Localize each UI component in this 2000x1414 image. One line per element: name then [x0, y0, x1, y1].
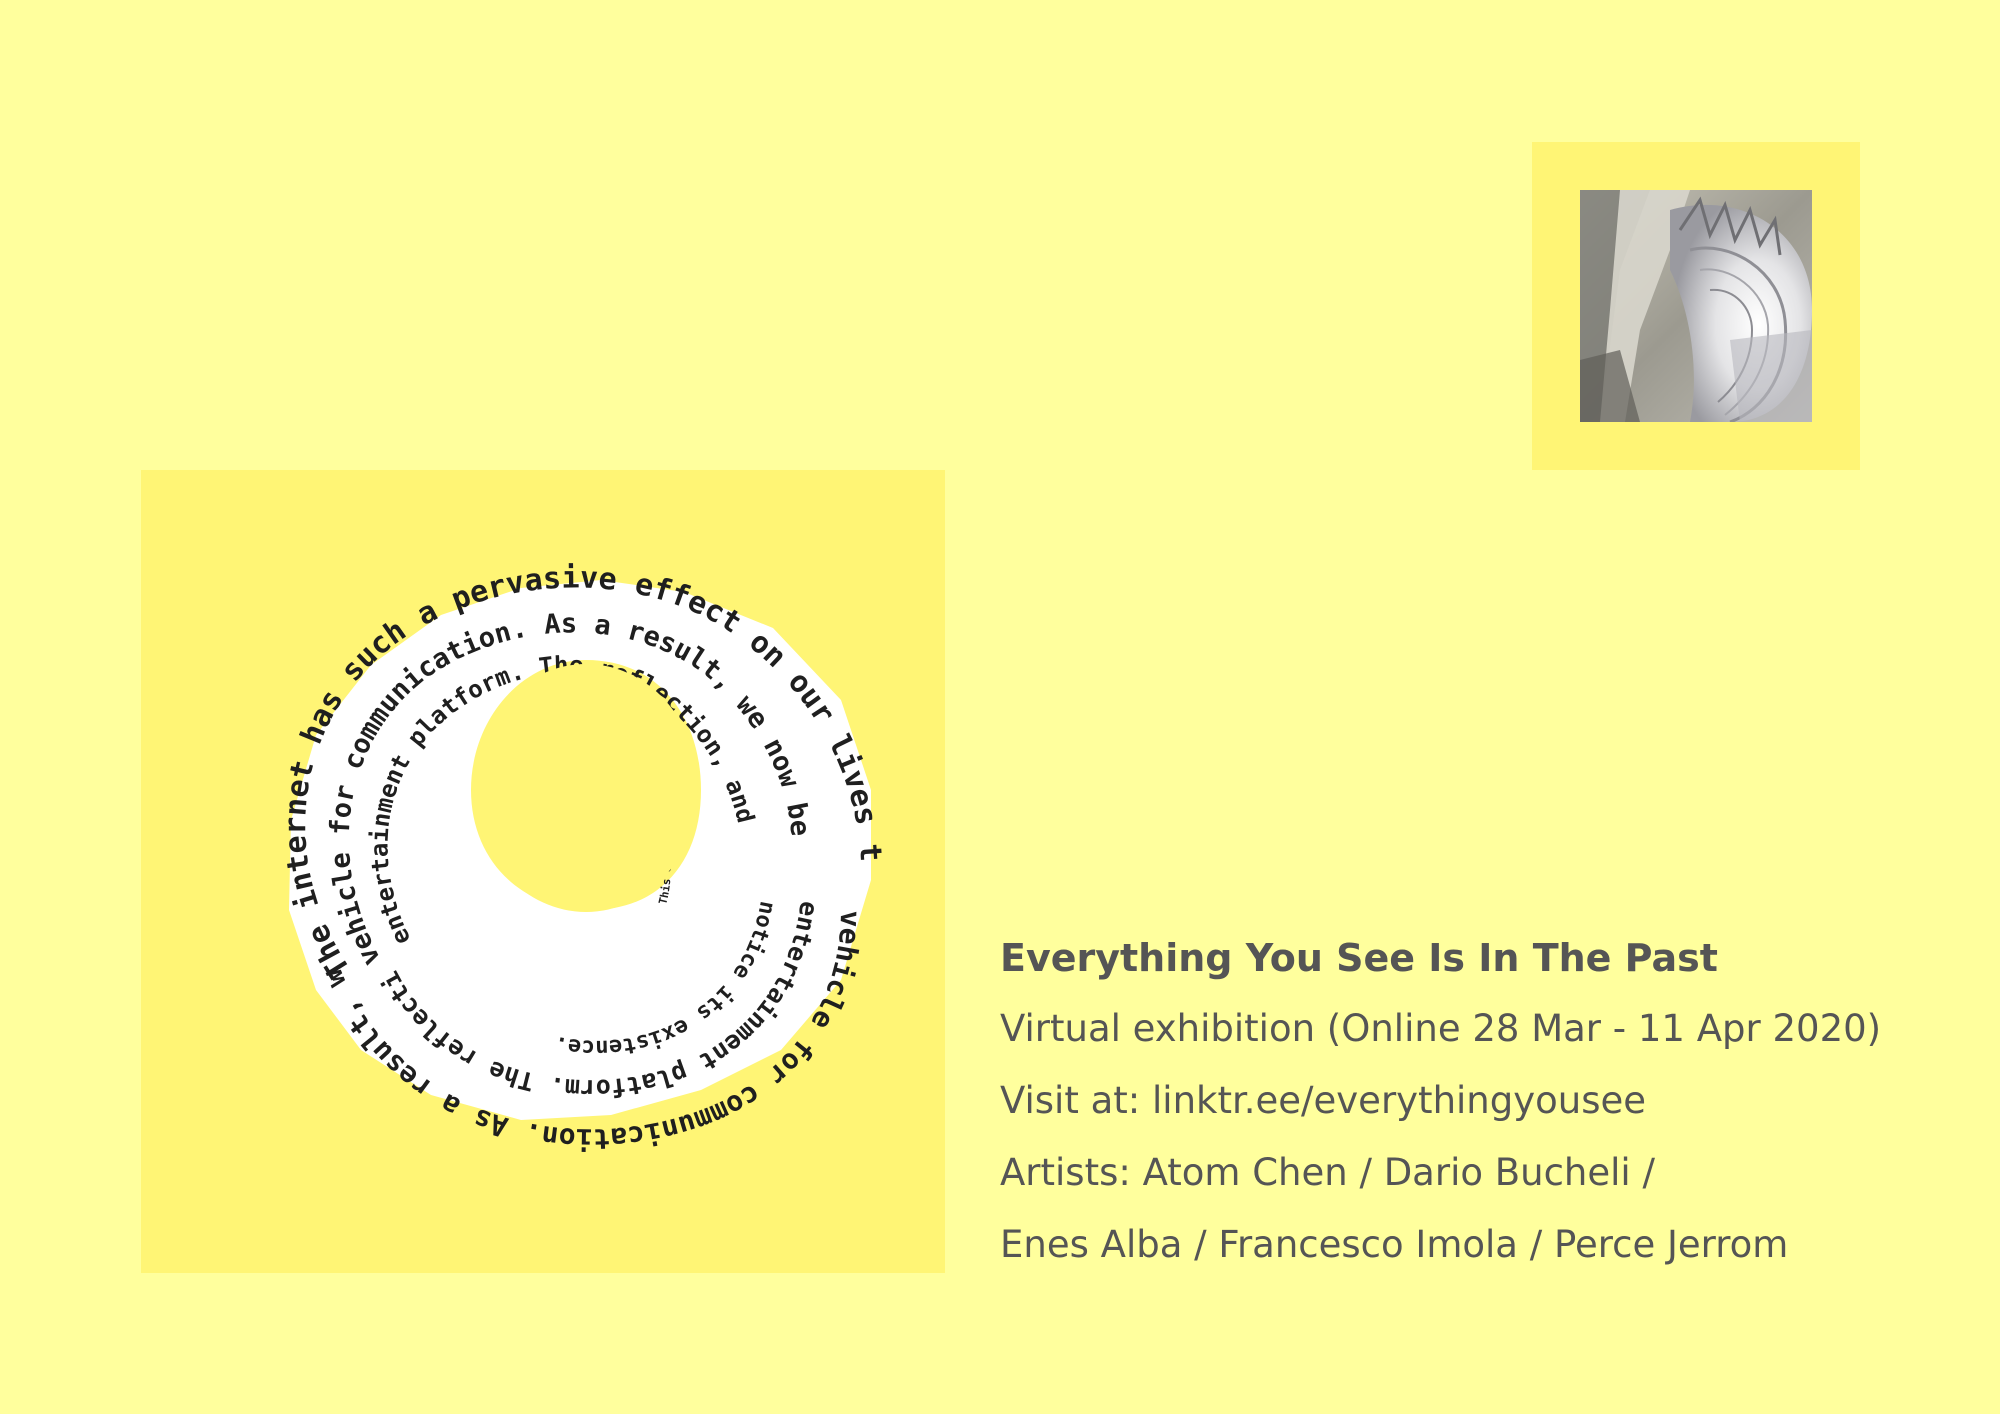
- artists-line-1: Artists: Atom Chen / Dario Bucheli /: [1000, 1151, 1655, 1194]
- text-ring-artwork: The internet has such a pervasive effect…: [141, 470, 888, 1155]
- artwork-thumbnail: [1580, 190, 1812, 422]
- exhibition-visit-link[interactable]: Visit at: linktr.ee/everythingyousee: [1000, 1073, 1960, 1129]
- artwork-panel-small: [1532, 142, 1860, 470]
- artists-line-2: Enes Alba / Francesco Imola / Perce Jerr…: [1000, 1223, 1789, 1266]
- ring-hole: [474, 664, 698, 912]
- swirl-image: [1580, 190, 1812, 422]
- exhibition-subtitle: Virtual exhibition (Online 28 Mar - 11 A…: [1000, 1007, 1882, 1050]
- artwork-panel-large: The internet has such a pervasive effect…: [141, 470, 945, 1273]
- exhibition-title: Everything You See Is In The Past: [1000, 936, 1718, 980]
- exhibition-info: Everything You See Is In The Past Virtua…: [1000, 930, 1960, 1289]
